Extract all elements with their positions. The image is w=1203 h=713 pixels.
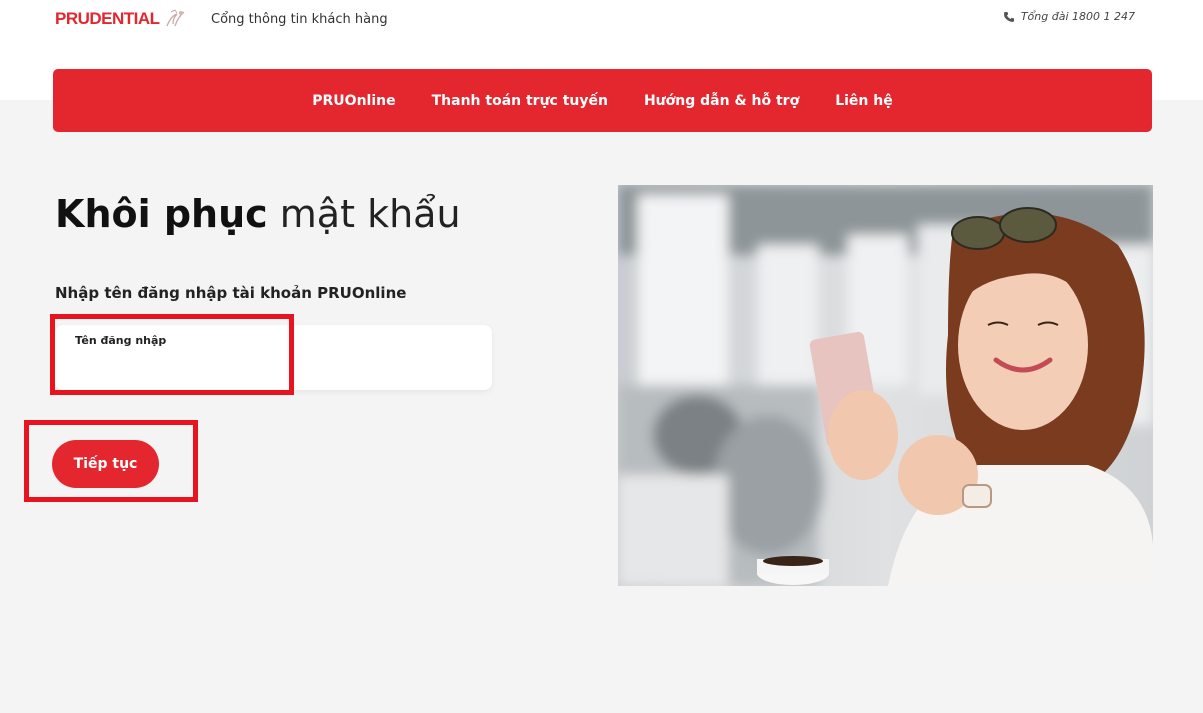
portal-title: Cổng thông tin khách hàng [211, 12, 388, 27]
page-title: Khôi phục mật khẩu [55, 192, 461, 236]
nav-item-pruonline[interactable]: PRUOnline [312, 93, 395, 109]
logo-emblem-icon [165, 9, 184, 27]
logo-wordmark: PRUDENTIAL [55, 9, 160, 28]
page-title-light: mật khẩu [267, 192, 461, 236]
main-navigation: PRUOnline Thanh toán trực tuyến Hướng dẫ… [53, 69, 1152, 132]
hotline-text: Tổng đài 1800 1 247 [1020, 10, 1135, 23]
username-field-card: Tên đăng nhập [55, 325, 492, 390]
nav-item-online-payment[interactable]: Thanh toán trực tuyến [432, 93, 608, 109]
nav-item-help-support[interactable]: Hướng dẫn & hỗ trợ [644, 93, 799, 109]
continue-button[interactable]: Tiếp tục [52, 440, 159, 488]
hero-photo [618, 185, 1153, 586]
nav-item-contact[interactable]: Liên hệ [835, 93, 893, 109]
username-label: Tên đăng nhập [75, 334, 167, 347]
prudential-logo[interactable]: PRUDENTIAL [55, 8, 187, 30]
phone-icon [1003, 11, 1014, 22]
username-input[interactable] [75, 355, 475, 381]
woman-with-phone-illustration [618, 185, 1153, 586]
instruction-text: Nhập tên đăng nhập tài khoản PRUOnline [55, 284, 407, 302]
hotline[interactable]: Tổng đài 1800 1 247 [1003, 10, 1135, 23]
page-title-bold: Khôi phục [55, 192, 268, 236]
